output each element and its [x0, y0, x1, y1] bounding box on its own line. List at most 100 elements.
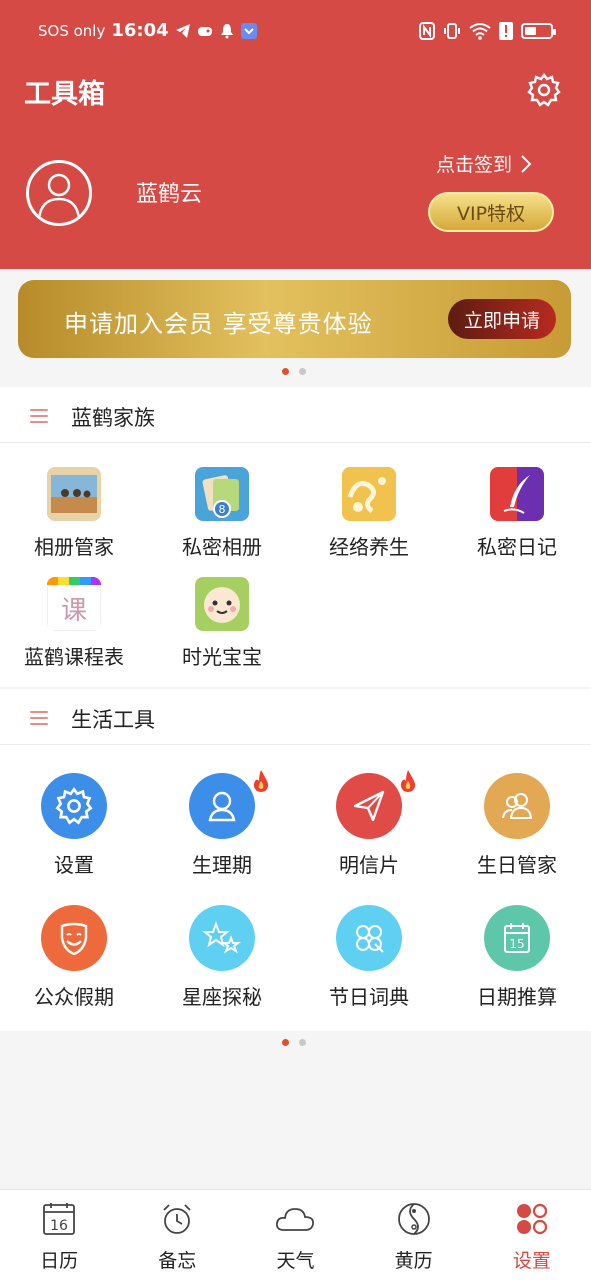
tool-label: 设置: [54, 853, 94, 877]
tool-label: 明信片: [339, 853, 399, 877]
nav-settings[interactable]: 设置: [473, 1190, 591, 1280]
tools-title: 生活工具: [71, 708, 155, 732]
app-label: 私密日记: [477, 535, 557, 559]
family-section: 蓝鹤家族 相册管家 8 私密相册 经络养生 私密日记 课 蓝鹤课程表 时光宝宝: [0, 387, 591, 687]
bottom-nav: 16 日历 备忘 天气 黄历 设置: [0, 1189, 591, 1280]
nav-almanac[interactable]: 黄历: [355, 1190, 473, 1280]
game-icon: [197, 26, 212, 36]
cloud-icon: [276, 1208, 315, 1231]
nfc-icon: [419, 22, 435, 40]
username: 蓝鹤云: [136, 182, 203, 207]
calendar-icon: 16: [43, 1203, 75, 1235]
nav-weather[interactable]: 天气: [236, 1190, 354, 1280]
pager-dot-active: [282, 1039, 289, 1046]
app-label: 时光宝宝: [182, 645, 262, 669]
apply-button[interactable]: 立即申请: [448, 299, 556, 339]
people-icon: [484, 773, 550, 839]
tool-label: 公众假期: [34, 985, 114, 1009]
app-diary[interactable]: 私密日记: [443, 467, 591, 560]
four-dots-icon: [516, 1203, 547, 1235]
smile-shield-icon: [41, 905, 107, 971]
carrier-text: SOS only: [38, 21, 106, 40]
tool-holidays[interactable]: 公众假期: [0, 905, 148, 1010]
menu-lines-icon: [30, 409, 48, 423]
schedule-icon: 课: [47, 577, 101, 631]
checkin-label: 点击签到: [436, 154, 513, 176]
calendar-day: 16: [50, 1218, 68, 1234]
app-baby[interactable]: 时光宝宝: [148, 577, 296, 670]
app-private-album[interactable]: 8 私密相册: [148, 467, 296, 560]
tool-settings[interactable]: 设置: [0, 773, 148, 878]
nav-label: 日历: [40, 1250, 79, 1272]
app-label: 蓝鹤课程表: [24, 645, 124, 669]
nav-calendar[interactable]: 16 日历: [0, 1190, 118, 1280]
clover-icon: [336, 905, 402, 971]
tool-label: 节日词典: [329, 985, 409, 1009]
wifi-icon: [469, 23, 491, 40]
app-schedule[interactable]: 课 蓝鹤课程表: [0, 577, 148, 670]
banner-pager: [282, 368, 306, 375]
app-label: 私密相册: [182, 535, 262, 559]
tool-label: 星座探秘: [182, 985, 262, 1009]
family-header: 蓝鹤家族: [0, 387, 591, 443]
nav-label: 备忘: [158, 1250, 197, 1272]
tools-header: 生活工具: [0, 689, 591, 745]
tool-postcard[interactable]: 明信片: [295, 770, 443, 878]
gear-icon[interactable]: [526, 72, 562, 108]
nav-label: 设置: [512, 1250, 551, 1272]
app-meridian[interactable]: 经络养生: [295, 467, 443, 560]
tool-date-calculator[interactable]: 15 日期推算: [443, 905, 591, 1010]
tool-label: 日期推算: [477, 985, 557, 1009]
tool-festival-dictionary[interactable]: 节日词典: [295, 905, 443, 1010]
page-title: 工具箱: [24, 79, 105, 110]
baby-icon: [195, 577, 249, 631]
pager-dot: [299, 368, 306, 375]
paper-plane-icon: [336, 770, 416, 839]
app-label: 相册管家: [34, 535, 114, 559]
hot-flame-icon: [253, 770, 269, 792]
menu-lines-icon: [30, 711, 48, 725]
svg-text:课: 课: [61, 596, 87, 626]
avatar[interactable]: [26, 160, 92, 226]
clock: 16:04: [111, 20, 169, 41]
bell-icon: [220, 23, 233, 38]
nav-memo[interactable]: 备忘: [118, 1190, 236, 1280]
telegram-icon: [175, 23, 190, 38]
tool-birthday[interactable]: 生日管家: [443, 773, 591, 878]
alert-icon: [499, 22, 513, 40]
tools-pager: [282, 1039, 306, 1046]
user-silhouette-icon: [37, 173, 81, 220]
status-bar: SOS only 16:04: [0, 0, 591, 62]
calendar-icon: 15: [484, 905, 550, 971]
banner-text: 申请加入会员 享受尊贵体验: [64, 310, 373, 338]
nav-label: 黄历: [394, 1250, 433, 1272]
nav-label: 天气: [276, 1250, 315, 1272]
chevron-right-icon: [521, 154, 532, 173]
svg-text:15: 15: [509, 937, 524, 951]
stars-icon: [189, 905, 255, 971]
hot-flame-icon: [400, 770, 416, 792]
checkin-link[interactable]: 点击签到: [436, 150, 532, 177]
yin-yang-icon: [397, 1203, 430, 1235]
tool-label: 生日管家: [477, 853, 557, 877]
tool-period[interactable]: 生理期: [148, 770, 296, 878]
svg-text:8: 8: [219, 503, 226, 516]
alarm-clock-icon: [163, 1204, 191, 1234]
photo-album-icon: [47, 467, 101, 521]
vibrate-icon: [444, 23, 460, 39]
tool-label: 生理期: [192, 853, 252, 877]
pager-dot: [299, 1039, 306, 1046]
woman-icon: [189, 770, 269, 839]
tool-horoscope[interactable]: 星座探秘: [148, 905, 296, 1010]
app-photo-album[interactable]: 相册管家: [0, 467, 148, 560]
private-album-icon: 8: [195, 467, 249, 521]
app-notification-icon: [240, 22, 257, 39]
member-banner[interactable]: 申请加入会员 享受尊贵体验 立即申请: [18, 280, 571, 358]
diary-icon: [490, 467, 544, 521]
family-title: 蓝鹤家族: [71, 406, 155, 430]
header: SOS only 16:04 工具箱 蓝鹤云 点击签到 VIP特权: [0, 0, 591, 269]
app-label: 经络养生: [329, 535, 409, 559]
vip-button[interactable]: VIP特权: [428, 192, 554, 232]
pager-dot-active: [282, 368, 289, 375]
meridian-icon: [342, 467, 396, 521]
